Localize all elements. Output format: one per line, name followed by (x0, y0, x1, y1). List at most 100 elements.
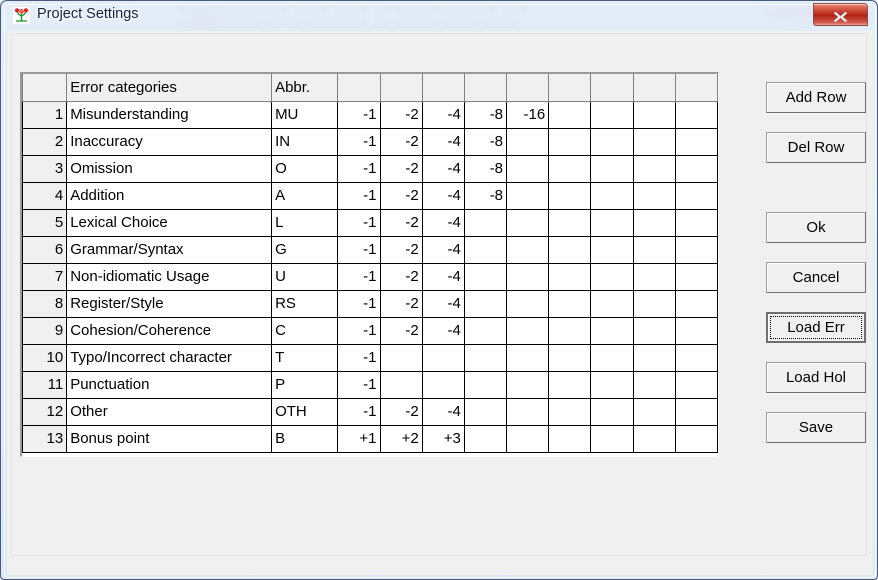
error-category-cell[interactable]: Lexical Choice (66, 208, 273, 237)
penalty-value-cell[interactable]: -1 (337, 370, 381, 399)
penalty-value-cell[interactable]: -4 (421, 100, 465, 129)
row-number-cell[interactable]: 8 (22, 289, 68, 318)
penalty-value-cell[interactable] (590, 262, 634, 291)
penalty-value-cell[interactable]: -2 (379, 235, 423, 264)
penalty-value-cell[interactable] (674, 181, 718, 210)
penalty-value-cell[interactable]: -2 (379, 289, 423, 318)
save-button[interactable]: Save (766, 412, 866, 443)
abbreviation-cell[interactable]: IN (271, 127, 339, 156)
penalty-value-cell[interactable]: -1 (337, 100, 381, 129)
penalty-value-cell[interactable] (463, 343, 508, 372)
penalty-value-cell[interactable]: -2 (379, 397, 423, 426)
penalty-value-cell[interactable]: -2 (379, 100, 423, 129)
penalty-value-cell[interactable] (463, 289, 508, 318)
penalty-value-cell[interactable] (590, 181, 634, 210)
penalty-value-cell[interactable] (506, 397, 550, 426)
penalty-value-cell[interactable]: -1 (337, 262, 381, 291)
penalty-value-cell[interactable] (590, 397, 634, 426)
penalty-value-cell[interactable] (463, 424, 508, 453)
penalty-value-cell[interactable] (632, 397, 676, 426)
penalty-value-cell[interactable] (674, 154, 718, 183)
penalty-value-cell[interactable] (506, 127, 550, 156)
row-number-cell[interactable]: 1 (22, 100, 68, 129)
abbreviation-cell[interactable]: L (271, 208, 339, 237)
grid-header-value-7[interactable] (590, 74, 634, 102)
penalty-value-cell[interactable]: -8 (463, 181, 508, 210)
grid-header-value-2[interactable] (379, 74, 423, 102)
penalty-value-cell[interactable]: -1 (337, 208, 381, 237)
penalty-value-cell[interactable]: -2 (379, 181, 423, 210)
error-category-cell[interactable]: Addition (66, 181, 273, 210)
row-number-cell[interactable]: 10 (22, 343, 68, 372)
table-row[interactable]: 12 Other OTH -1 -2 -4 (22, 397, 718, 426)
penalty-value-cell[interactable] (548, 370, 592, 399)
penalty-value-cell[interactable] (463, 262, 508, 291)
grid-header-value-8[interactable] (632, 74, 676, 102)
penalty-value-cell[interactable] (506, 424, 550, 453)
penalty-value-cell[interactable]: +3 (421, 424, 465, 453)
penalty-value-cell[interactable] (590, 208, 634, 237)
penalty-value-cell[interactable] (548, 262, 592, 291)
penalty-value-cell[interactable]: -1 (337, 154, 381, 183)
row-number-cell[interactable]: 12 (22, 397, 68, 426)
penalty-value-cell[interactable] (506, 343, 550, 372)
penalty-value-cell[interactable]: -4 (421, 397, 465, 426)
penalty-value-cell[interactable] (632, 262, 676, 291)
row-number-cell[interactable]: 6 (22, 235, 68, 264)
penalty-value-cell[interactable] (674, 370, 718, 399)
penalty-value-cell[interactable] (548, 397, 592, 426)
penalty-value-cell[interactable] (674, 289, 718, 318)
penalty-value-cell[interactable] (674, 397, 718, 426)
abbreviation-cell[interactable]: T (271, 343, 339, 372)
penalty-value-cell[interactable]: -8 (463, 100, 508, 129)
penalty-value-cell[interactable] (421, 370, 465, 399)
error-category-cell[interactable]: Non-idiomatic Usage (66, 262, 273, 291)
penalty-value-cell[interactable] (463, 397, 508, 426)
grid-header-value-9[interactable] (674, 74, 718, 102)
penalty-value-cell[interactable] (506, 154, 550, 183)
penalty-value-cell[interactable] (548, 289, 592, 318)
table-row[interactable]: 13 Bonus point B +1 +2 +3 (22, 424, 718, 453)
penalty-value-cell[interactable] (506, 262, 550, 291)
grid-header-value-1[interactable] (337, 74, 381, 102)
penalty-value-cell[interactable]: +1 (337, 424, 381, 453)
close-icon[interactable] (813, 3, 868, 26)
penalty-value-cell[interactable] (632, 424, 676, 453)
penalty-value-cell[interactable] (548, 316, 592, 345)
penalty-value-cell[interactable]: -2 (379, 127, 423, 156)
row-number-cell[interactable]: 3 (22, 154, 68, 183)
table-row[interactable]: 6 Grammar/Syntax G -1 -2 -4 (22, 235, 718, 264)
row-number-cell[interactable]: 4 (22, 181, 68, 210)
penalty-value-cell[interactable] (590, 289, 634, 318)
abbreviation-cell[interactable]: MU (271, 100, 339, 129)
penalty-value-cell[interactable]: -4 (421, 235, 465, 264)
penalty-value-cell[interactable] (674, 262, 718, 291)
penalty-value-cell[interactable]: +2 (379, 424, 423, 453)
penalty-value-cell[interactable]: -2 (379, 262, 423, 291)
penalty-value-cell[interactable]: -1 (337, 235, 381, 264)
penalty-value-cell[interactable]: -4 (421, 289, 465, 318)
penalty-value-cell[interactable] (506, 316, 550, 345)
penalty-value-cell[interactable] (632, 289, 676, 318)
penalty-value-cell[interactable] (632, 208, 676, 237)
penalty-value-cell[interactable]: -4 (421, 154, 465, 183)
table-row[interactable]: 11 Punctuation P -1 (22, 370, 718, 399)
error-category-cell[interactable]: Grammar/Syntax (66, 235, 273, 264)
table-row[interactable]: 5 Lexical Choice L -1 -2 -4 (22, 208, 718, 237)
table-row[interactable]: 1 Misunderstanding MU -1 -2 -4 -8 -16 (22, 100, 718, 129)
penalty-value-cell[interactable] (632, 343, 676, 372)
penalty-value-cell[interactable]: -4 (421, 208, 465, 237)
table-row[interactable]: 4 Addition A -1 -2 -4 -8 (22, 181, 718, 210)
penalty-value-cell[interactable] (548, 154, 592, 183)
penalty-value-cell[interactable] (548, 343, 592, 372)
penalty-value-cell[interactable] (674, 235, 718, 264)
penalty-value-cell[interactable]: -16 (506, 100, 550, 129)
error-category-cell[interactable]: Misunderstanding (66, 100, 273, 129)
penalty-value-cell[interactable] (674, 343, 718, 372)
abbreviation-cell[interactable]: OTH (271, 397, 339, 426)
abbreviation-cell[interactable]: C (271, 316, 339, 345)
penalty-value-cell[interactable] (632, 100, 676, 129)
error-category-cell[interactable]: Bonus point (66, 424, 273, 453)
grid-header-value-5[interactable] (506, 74, 550, 102)
row-number-cell[interactable]: 7 (22, 262, 68, 291)
